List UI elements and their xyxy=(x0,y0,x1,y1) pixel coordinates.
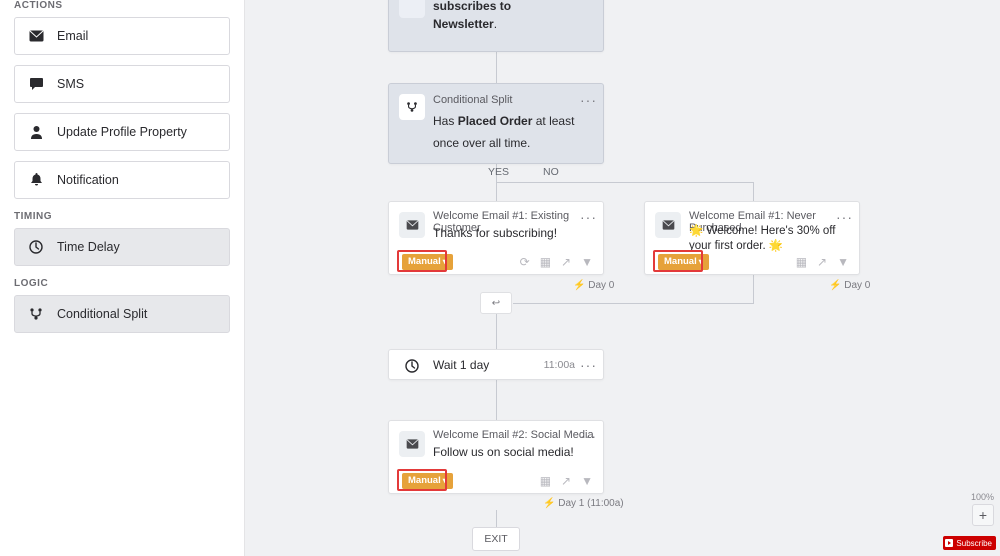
sidebar-item-label: Time Delay xyxy=(57,240,120,254)
card-actions: ▦ ↗ ▼ xyxy=(540,474,593,488)
wait-time: 11:00a xyxy=(544,359,575,371)
section-label-logic: LOGIC xyxy=(14,278,230,289)
email-node-existing-customer[interactable]: Welcome Email #1: Existing Customer ··· … xyxy=(388,201,604,275)
branch-icon xyxy=(15,307,57,321)
day-label: ⚡ Day 0 xyxy=(573,280,614,291)
stats-icon[interactable]: ↗ xyxy=(561,255,571,269)
bell-icon xyxy=(15,173,57,187)
email-subject: Thanks for subscribing! xyxy=(433,226,557,240)
email-subject: 🌟 Welcome! Here's 30% off your first ord… xyxy=(689,224,849,254)
trigger-text: When someone subscribes to Newsletter. xyxy=(433,0,575,33)
status-pill[interactable]: Manual▾ xyxy=(402,473,453,489)
stats-icon[interactable]: ↗ xyxy=(817,255,827,269)
wait-label: Wait 1 day xyxy=(433,358,489,372)
branch-yes: YES xyxy=(488,166,509,178)
split-condition: Has Placed Order at least once over all … xyxy=(433,110,591,153)
sidebar-item-sms[interactable]: SMS xyxy=(14,65,230,103)
sidebar-item-conditional-split[interactable]: Conditional Split xyxy=(14,295,230,333)
sidebar-item-label: Conditional Split xyxy=(57,307,147,321)
connector xyxy=(496,182,754,183)
card-actions: ▦ ↗ ▼ xyxy=(796,255,849,269)
email-icon xyxy=(399,431,425,457)
more-icon[interactable]: ··· xyxy=(580,428,597,444)
person-icon xyxy=(15,125,57,139)
refresh-icon[interactable]: ⟳ xyxy=(520,255,530,269)
section-label-timing: TIMING xyxy=(14,211,230,222)
play-icon xyxy=(945,539,953,547)
zoom-level: 100% xyxy=(971,492,994,502)
card-actions: ⟳ ▦ ↗ ▼ xyxy=(520,255,593,269)
sidebar-item-label: Email xyxy=(57,29,88,43)
email-icon xyxy=(15,30,57,42)
filter-icon[interactable]: ▼ xyxy=(581,474,593,488)
more-icon[interactable]: ··· xyxy=(836,209,853,225)
email-node-social-media[interactable]: Welcome Email #2: Social Media ··· Follo… xyxy=(388,420,604,494)
clock-icon xyxy=(399,353,425,379)
connector xyxy=(496,52,497,83)
chart-icon[interactable]: ▦ xyxy=(540,255,551,269)
exit-node: EXIT xyxy=(472,527,520,551)
chevron-down-icon: ▾ xyxy=(699,257,703,266)
section-label-actions: ACTIONS xyxy=(14,0,230,11)
sidebar-item-update-profile[interactable]: Update Profile Property xyxy=(14,113,230,151)
stats-icon[interactable]: ↗ xyxy=(561,474,571,488)
connector xyxy=(496,380,497,420)
email-icon xyxy=(399,212,425,238)
filter-icon[interactable]: ▼ xyxy=(837,255,849,269)
sidebar-item-email[interactable]: Email xyxy=(14,17,230,55)
email-icon xyxy=(655,212,681,238)
sms-icon xyxy=(15,77,57,91)
connector xyxy=(513,303,754,304)
chevron-down-icon: ▾ xyxy=(443,476,447,485)
email-subject: Follow us on social media! xyxy=(433,445,574,459)
sidebar-item-label: Update Profile Property xyxy=(57,125,187,139)
sidebar: ACTIONS Email SMS Update Profile Propert… xyxy=(0,0,245,556)
day-label: ⚡ Day 0 xyxy=(829,280,870,291)
connector xyxy=(496,510,497,527)
subscribe-badge[interactable]: Subscribe xyxy=(943,536,996,550)
status-pill[interactable]: Manual▾ xyxy=(658,254,709,270)
wait-node[interactable]: Wait 1 day 11:00a ··· xyxy=(388,349,604,380)
conditional-split-node[interactable]: Conditional Split ··· Has Placed Order a… xyxy=(388,83,604,164)
merge-icon: ↩ xyxy=(480,292,512,314)
connector xyxy=(496,182,497,201)
status-pill[interactable]: Manual▾ xyxy=(402,254,453,270)
more-icon[interactable]: ··· xyxy=(580,357,597,373)
email-node-never-purchased[interactable]: Welcome Email #1: Never Purchased ··· 🌟 … xyxy=(644,201,860,275)
more-icon[interactable]: ··· xyxy=(580,92,597,108)
chart-icon[interactable]: ▦ xyxy=(540,474,551,488)
sidebar-item-notification[interactable]: Notification xyxy=(14,161,230,199)
sidebar-item-time-delay[interactable]: Time Delay xyxy=(14,228,230,266)
email-title: Welcome Email #2: Social Media xyxy=(433,429,594,441)
connector xyxy=(753,182,754,201)
clock-icon xyxy=(15,240,57,254)
zoom-in-button[interactable]: + xyxy=(972,504,994,526)
day-label: ⚡ Day 1 (11:00a) xyxy=(543,498,624,509)
filter-icon[interactable]: ▼ xyxy=(581,255,593,269)
branch-icon xyxy=(399,94,425,120)
more-icon[interactable]: ··· xyxy=(580,209,597,225)
trigger-node[interactable]: When someone subscribes to Newsletter. xyxy=(388,0,604,52)
chart-icon[interactable]: ▦ xyxy=(796,255,807,269)
sidebar-item-label: Notification xyxy=(57,173,119,187)
branch-no: NO xyxy=(543,166,559,178)
chevron-down-icon: ▾ xyxy=(443,257,447,266)
sidebar-item-label: SMS xyxy=(57,77,84,91)
split-title: Conditional Split xyxy=(433,94,513,106)
flow-canvas: When someone subscribes to Newsletter. C… xyxy=(245,0,1000,556)
trigger-icon xyxy=(399,0,425,18)
